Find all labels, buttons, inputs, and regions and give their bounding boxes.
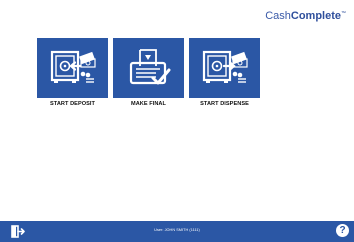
make-final-label: MAKE FINAL — [131, 101, 166, 107]
help-button[interactable]: ? — [336, 224, 349, 237]
start-deposit-label: START DEPOSIT — [50, 101, 95, 107]
start-deposit-button[interactable]: START DEPOSIT — [37, 38, 108, 107]
brand-logo-bold: Complete — [290, 10, 341, 22]
make-final-tile[interactable] — [113, 38, 184, 98]
action-tiles: START DEPOSIT MAKE FINAL START DISPENSE — [37, 38, 260, 107]
current-user-text: User: JOHN SMITH (1111) — [154, 228, 200, 232]
start-dispense-label: START DISPENSE — [200, 101, 249, 107]
safe-dispense-icon — [202, 50, 248, 83]
start-dispense-tile[interactable] — [189, 38, 260, 98]
brand-logo: CashComplete™ — [265, 10, 346, 22]
safe-deposit-icon — [50, 50, 96, 83]
start-deposit-tile[interactable] — [37, 38, 108, 98]
print-receipt-icon — [129, 49, 170, 85]
brand-logo-light: Cash — [265, 10, 291, 22]
make-final-button[interactable]: MAKE FINAL — [113, 38, 184, 107]
brand-logo-trademark: ™ — [341, 10, 346, 17]
footer-bar: User: JOHN SMITH (1111) ? — [0, 221, 354, 242]
start-dispense-button[interactable]: START DISPENSE — [189, 38, 260, 107]
